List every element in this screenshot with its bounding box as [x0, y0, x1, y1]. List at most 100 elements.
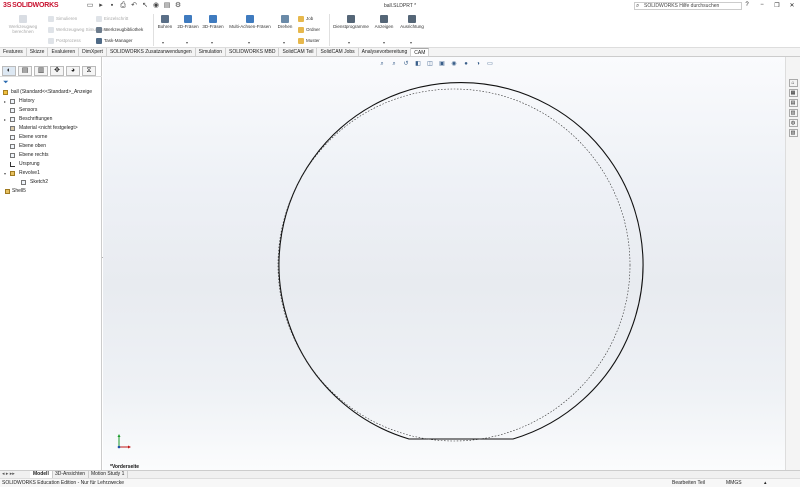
milling-2d-button[interactable]: 2D-Fräsen [176, 15, 200, 29]
tab-model[interactable]: Modell [30, 471, 53, 478]
utilities-icon [347, 15, 355, 23]
save-icon[interactable]: ▪ [108, 2, 116, 10]
tool-library-button[interactable]: Werkzeugbibliothek [96, 27, 143, 33]
appearance-icon[interactable]: ● [462, 60, 470, 68]
tab-motion-study[interactable]: Motion Study 1 [88, 471, 129, 478]
turning-dropdown[interactable]: ▾ [283, 40, 285, 45]
tab-sketch[interactable]: Skizze [27, 48, 49, 56]
view-settings-icon[interactable]: ▭ [486, 60, 494, 68]
print-icon[interactable]: ⎙ [119, 2, 127, 10]
custom-properties-icon[interactable]: ▧ [788, 129, 798, 137]
display-manager-tab-icon[interactable]: ◕ [66, 66, 80, 76]
tab-navigation-arrows[interactable]: ◂ ▸ ▸▸ [2, 471, 15, 478]
tab-mbd[interactable]: SOLIDWORKS MBD [226, 48, 280, 56]
hide-show-icon[interactable]: ◉ [450, 60, 458, 68]
options-gear-icon[interactable]: ⚙ [174, 2, 182, 10]
configuration-manager-tab-icon[interactable]: ▥ [34, 66, 48, 76]
display-button[interactable]: Anzeigen [372, 15, 396, 29]
utilities-dropdown[interactable]: ▾ [348, 40, 350, 45]
tree-item-origin[interactable]: Ursprung [2, 160, 102, 169]
tab-addins[interactable]: SOLIDWORKS Zusatzanwendungen [107, 48, 196, 56]
property-manager-tab-icon[interactable]: ▤ [18, 66, 32, 76]
undo-icon[interactable]: ↶ [130, 2, 138, 10]
close-button[interactable]: ✕ [788, 2, 796, 9]
filter-icon[interactable]: ⏷ [3, 79, 9, 87]
calculate-toolpath-button[interactable]: Werkzeugweg berechnen [3, 15, 43, 34]
quick-access-toolbar: ▭ ▸ ▪ ⎙ ↶ ↖ ◉ ▤ ⚙ [86, 2, 182, 10]
tree-item-history[interactable]: ▸ History [2, 97, 102, 106]
help-button[interactable]: ? [743, 2, 751, 9]
tree-item-annotations[interactable]: ▸ Beschriftungen [2, 115, 102, 124]
alignment-icon [408, 15, 416, 23]
tab-simulation[interactable]: Simulation [196, 48, 227, 56]
section-view-icon[interactable]: ◧ [414, 60, 422, 68]
feature-tree-tab-icon[interactable]: ◐ [2, 66, 16, 76]
task-manager-button[interactable]: Task-Manager [96, 38, 133, 44]
simulate-button[interactable]: Simulieren [48, 16, 77, 22]
rebuild-icon[interactable]: ◉ [152, 2, 160, 10]
tree-item-revolve1[interactable]: ▾ Revolve1 [2, 169, 102, 178]
help-search-input[interactable]: ⌕ SOLIDWORKS Hilfe durchsuchen [634, 2, 742, 10]
display-dropdown[interactable]: ▾ [383, 40, 385, 45]
previous-view-icon[interactable]: ↺ [402, 60, 410, 68]
drilling-button[interactable]: Bohren [155, 15, 175, 29]
tree-item-shell5[interactable]: Shell5 [2, 187, 102, 196]
pattern-button[interactable]: Muster [298, 38, 320, 44]
tree-item-front-plane[interactable]: Ebene vorne [2, 133, 102, 142]
plane-icon [10, 144, 15, 149]
tree-item-right-plane[interactable]: Ebene rechts [2, 151, 102, 160]
drilling-dropdown[interactable]: ▾ [162, 40, 164, 45]
solidworks-logo[interactable]: 3SSOLIDWORKS [3, 2, 59, 9]
tab-solidcam-jobs[interactable]: SolidCAM Jobs [317, 48, 359, 56]
tree-item-top-plane[interactable]: Ebene oben [2, 142, 102, 151]
select-icon[interactable]: ↖ [141, 2, 149, 10]
tab-solidcam-part[interactable]: SolidCAM Teil [279, 48, 318, 56]
milling-2d-icon [184, 15, 192, 23]
tab-cam[interactable]: CAM [411, 48, 430, 56]
file-properties-icon[interactable]: ▤ [163, 2, 171, 10]
milling-3d-button[interactable]: 3D-Fräsen [201, 15, 225, 29]
tree-root-part[interactable]: ball (Standard<<Standard>_Anzeige [2, 88, 102, 97]
single-step-button[interactable]: Einzelschritt [96, 16, 128, 22]
view-orientation-icon[interactable]: ◫ [426, 60, 434, 68]
drill-icon [161, 15, 169, 23]
turning-button[interactable]: Drehen [275, 15, 295, 29]
resources-icon[interactable]: ⌂ [788, 79, 798, 87]
alignment-dropdown[interactable]: ▾ [410, 40, 412, 45]
annotation-icon [10, 117, 15, 122]
folder-button[interactable]: Ordner [298, 27, 320, 33]
tree-item-sensors[interactable]: Sensors [2, 106, 102, 115]
milling-3d-dropdown[interactable]: ▾ [211, 40, 213, 45]
tab-features[interactable]: Features [0, 48, 27, 56]
job-button[interactable]: Job [298, 16, 313, 22]
new-document-icon[interactable]: ▭ [86, 2, 94, 10]
multi-axis-milling-button[interactable]: Multi-Achsen-Fräsen [226, 15, 274, 29]
status-units[interactable]: MMGS [726, 479, 742, 487]
tree-item-sketch2[interactable]: Sketch2 [2, 178, 102, 187]
design-library-icon[interactable]: ▦ [788, 89, 798, 97]
utilities-button[interactable]: Dienstprogramme [331, 15, 371, 29]
tab-3d-views[interactable]: 3D-Ansichten [52, 471, 90, 478]
view-palette-icon[interactable]: ▥ [788, 109, 798, 117]
appearances-icon[interactable]: ◍ [788, 119, 798, 127]
zoom-area-icon[interactable]: ⌕ [390, 60, 398, 68]
display-style-icon[interactable]: ▣ [438, 60, 446, 68]
minimize-button[interactable]: − [758, 2, 766, 9]
scene-icon[interactable]: ◑ [474, 60, 482, 68]
cam-manager-tab-icon[interactable]: ⧖ [82, 66, 96, 76]
postprocess-button[interactable]: Postprozess [48, 38, 81, 44]
tab-evaluate[interactable]: Evaluieren [48, 48, 80, 56]
open-folder-icon[interactable]: ▸ [97, 2, 105, 10]
tab-dimxpert[interactable]: DimXpert [79, 48, 107, 56]
tab-analysis-prep[interactable]: Analysevorbereitung [359, 48, 412, 56]
status-customize-icon[interactable]: ▴ [764, 479, 767, 487]
multi-axis-dropdown[interactable]: ▾ [248, 40, 250, 45]
graphics-viewport[interactable] [103, 57, 785, 470]
zoom-to-fit-icon[interactable]: ⌕ [378, 60, 386, 68]
milling-2d-dropdown[interactable]: ▾ [186, 40, 188, 45]
tree-item-material[interactable]: Material <nicht festgelegt> [2, 124, 102, 133]
file-explorer-icon[interactable]: ▤ [788, 99, 798, 107]
maximize-button[interactable]: ❐ [773, 2, 781, 9]
alignment-button[interactable]: Ausrichtung [397, 15, 427, 29]
dimxpert-manager-tab-icon[interactable]: ✥ [50, 66, 64, 76]
